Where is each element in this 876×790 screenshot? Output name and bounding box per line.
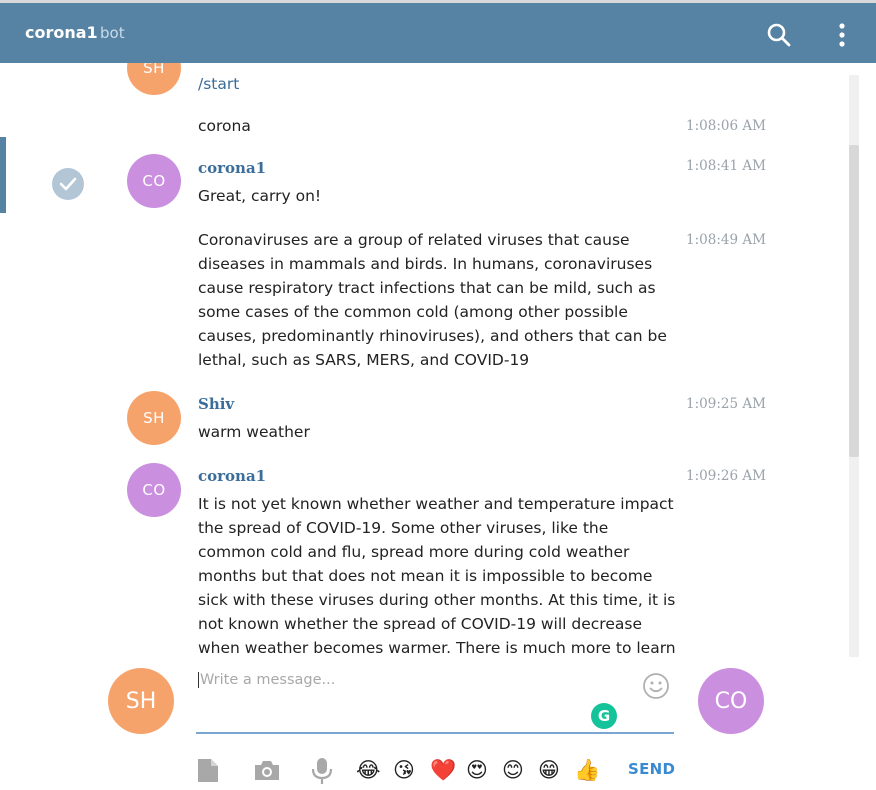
avatar[interactable]: SH bbox=[127, 391, 181, 445]
avatar[interactable]: CO bbox=[127, 463, 181, 517]
message-history[interactable]: SH /start corona 1:08:06 AM CO corona1 G… bbox=[0, 63, 876, 657]
message-text: warm weather bbox=[198, 423, 310, 441]
scrollbar[interactable] bbox=[849, 75, 859, 657]
emoji-red-heart[interactable]: ❤️ bbox=[430, 756, 456, 784]
sender-name[interactable]: Shiv bbox=[198, 395, 234, 413]
sender-name[interactable]: corona1 bbox=[198, 159, 266, 177]
emoji-blowing-kiss[interactable]: 😘 bbox=[393, 756, 415, 784]
message-time: 1:09:25 AM bbox=[686, 396, 766, 412]
emoji-grinning[interactable]: 😁 bbox=[538, 756, 560, 784]
sender-name[interactable]: corona1 bbox=[198, 467, 266, 485]
chat-title[interactable]: corona1 bbox=[25, 23, 98, 42]
message-input-placeholder[interactable]: Write a message... bbox=[198, 672, 335, 688]
emoji-picker-icon[interactable] bbox=[642, 672, 670, 700]
message-time: 1:09:26 AM bbox=[686, 468, 766, 484]
message-text: Coronaviruses are a group of related vir… bbox=[198, 231, 667, 369]
emoji-heart-eyes[interactable]: 😍 bbox=[466, 756, 488, 784]
select-message-checkbox[interactable] bbox=[52, 168, 84, 200]
search-icon[interactable] bbox=[766, 22, 792, 48]
microphone-icon[interactable] bbox=[310, 756, 336, 784]
chat-header: corona1 bot bbox=[0, 0, 876, 63]
emoji-thumbs-up[interactable]: 👍 bbox=[574, 756, 600, 784]
message-text: corona bbox=[198, 117, 251, 135]
message-time: 1:08:41 AM bbox=[686, 158, 766, 174]
more-menu-icon[interactable] bbox=[832, 22, 852, 48]
message-text[interactable]: /start bbox=[198, 72, 676, 96]
message-time: 1:08:06 AM bbox=[686, 118, 766, 134]
emoji-smiling[interactable]: 😊 bbox=[502, 756, 524, 784]
composer-toolbar: 😂 😘 ❤️ 😍 😊 😁 👍 SEND bbox=[0, 752, 876, 790]
camera-icon[interactable] bbox=[253, 756, 279, 784]
message-time: 1:08:49 AM bbox=[686, 232, 766, 248]
grammarly-icon[interactable]: G bbox=[591, 703, 617, 729]
file-icon[interactable] bbox=[196, 756, 222, 784]
message-input[interactable]: Write a message... G bbox=[196, 668, 674, 734]
send-button[interactable]: SEND bbox=[628, 760, 675, 778]
message-text: Great, carry on! bbox=[198, 187, 322, 205]
peer-avatar[interactable]: CO bbox=[698, 668, 764, 734]
message-text: It is not yet known whether weather and … bbox=[198, 495, 676, 657]
avatar[interactable]: SH bbox=[127, 63, 181, 95]
selection-indicator bbox=[0, 137, 6, 213]
scrollbar-thumb[interactable] bbox=[849, 145, 859, 457]
emoji-tears-of-joy[interactable]: 😂 bbox=[356, 756, 381, 784]
chat-subtitle: bot bbox=[100, 24, 125, 42]
self-avatar[interactable]: SH bbox=[108, 668, 174, 734]
avatar[interactable]: CO bbox=[127, 154, 181, 208]
